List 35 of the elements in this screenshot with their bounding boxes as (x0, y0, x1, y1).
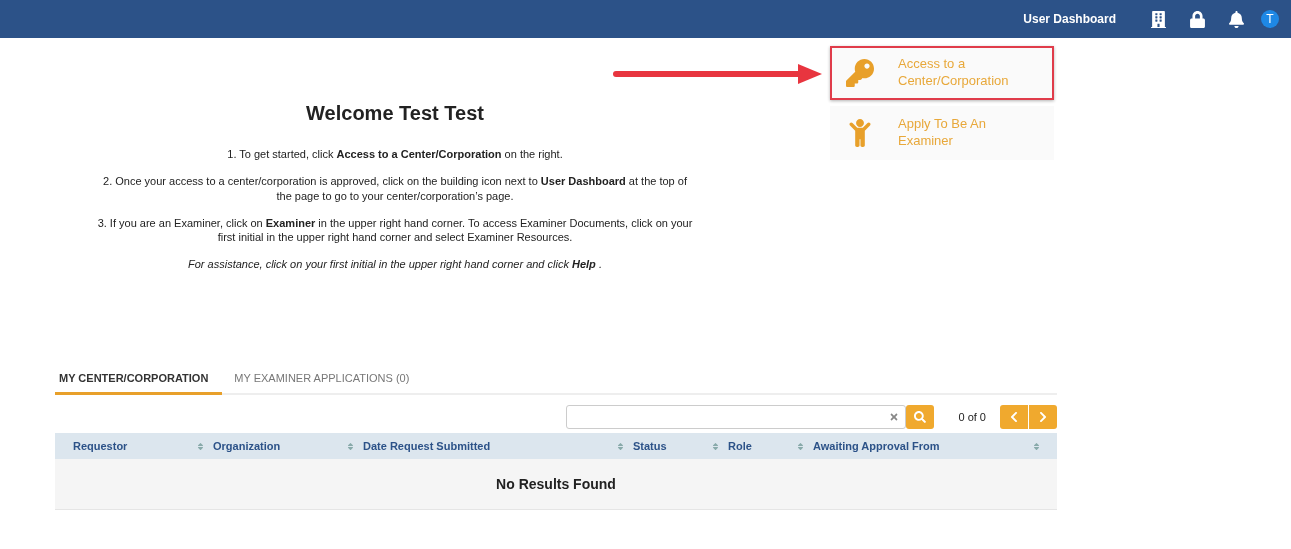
tab[interactable]: MY CENTER/CORPORATION (55, 364, 223, 396)
clear-icon[interactable] (889, 412, 900, 423)
instruction-text: 2. Once your access to a center/corporation is approved, click on the building icon next to User Dashboard at the top of the page to go to your center/corporation’s page. (102, 173, 688, 204)
key-icon (846, 59, 874, 87)
bell-icon[interactable] (1228, 10, 1245, 28)
column-header[interactable]: Status (633, 440, 667, 453)
column-header[interactable]: Role (728, 440, 752, 453)
sort-icon[interactable] (796, 441, 805, 451)
search-icon (914, 411, 927, 424)
sort-icon[interactable] (616, 441, 625, 451)
search-button[interactable] (906, 405, 935, 430)
welcome-title: Welcome Test Test (306, 102, 484, 125)
column-header[interactable]: Date Request Submitted (363, 440, 491, 453)
chevron-right-icon (1037, 411, 1049, 424)
dashboard-title: User Dashboard (1023, 12, 1116, 26)
instruction-text: 1. To get started, click Access to a Center/Corporation on the right. (227, 147, 563, 162)
empty-message: No Results Found (496, 476, 616, 493)
next-button[interactable] (1029, 405, 1057, 430)
lock-icon[interactable] (1189, 10, 1206, 28)
previous-button[interactable] (1000, 405, 1028, 430)
search-field[interactable] (566, 405, 907, 430)
column-header[interactable]: Awaiting Approval From (813, 440, 940, 453)
sort-icon[interactable] (1032, 441, 1041, 451)
instruction-text: 3. If you are an Examiner, click on Examiner in the upper right hand corner. To access Examiner Documents, click on your first initial in the upper right hand corner and select Examiner Resources. (96, 215, 694, 246)
sort-icon[interactable] (196, 441, 205, 451)
sort-icon[interactable] (346, 441, 355, 451)
chevron-left-icon (1008, 411, 1020, 424)
building-icon[interactable] (1150, 10, 1167, 28)
pager-count: 0 of 0 (958, 411, 986, 424)
instruction-text: For assistance, click on your first initial in the upper right hand corner and click Help . (188, 257, 602, 273)
column-header[interactable]: Requestor (73, 440, 128, 453)
user-avatar[interactable]: T (1261, 10, 1279, 28)
column-header[interactable]: Organization (213, 440, 281, 453)
sort-icon[interactable] (711, 441, 720, 451)
tab[interactable]: MY EXAMINER APPLICATIONS (0) (230, 364, 424, 396)
